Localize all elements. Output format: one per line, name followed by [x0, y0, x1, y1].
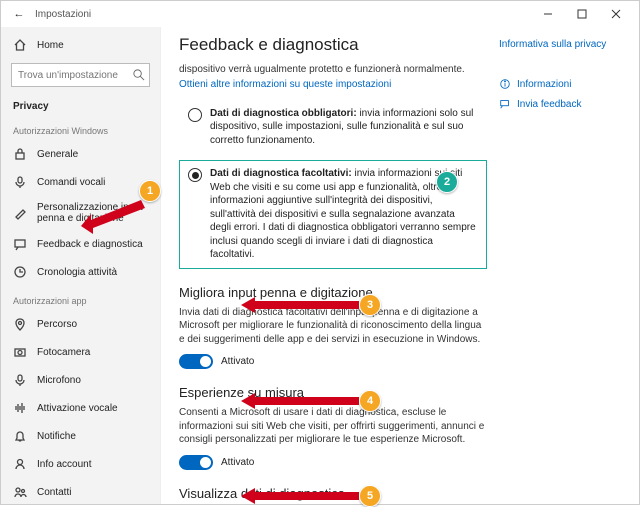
- page-title: Feedback e diagnostica: [179, 35, 487, 55]
- sidebar-item-home[interactable]: Home: [1, 31, 160, 59]
- right-panel: Informativa sulla privacy Informazioni I…: [499, 31, 619, 504]
- sidebar-item-microfono[interactable]: Microfono: [1, 366, 160, 394]
- sidebar-item-label: Fotocamera: [37, 347, 90, 358]
- section-desc: Consenti a Microsoft di usare i dati di …: [179, 406, 487, 447]
- bell-icon: [13, 429, 27, 443]
- microphone-icon: [13, 373, 27, 387]
- sidebar-item-penna[interactable]: Personalizzazione input penna e digitazi…: [1, 196, 160, 230]
- intro-link[interactable]: Ottieni altre informazioni su queste imp…: [179, 79, 487, 90]
- contacts-icon: [13, 485, 27, 499]
- search-icon: [132, 68, 145, 84]
- lock-icon: [13, 147, 27, 161]
- annotation-badge-3: 3: [359, 294, 381, 316]
- sidebar-item-label: Feedback e diagnostica: [37, 239, 143, 250]
- sidebar-search[interactable]: [11, 63, 150, 87]
- sidebar-item-label: Contatti: [37, 487, 71, 498]
- toggle-tailored[interactable]: [179, 455, 213, 470]
- sidebar-item-label: Percorso: [37, 319, 77, 330]
- toggle-state: Attivato: [221, 457, 254, 468]
- pen-icon: [13, 206, 27, 220]
- maximize-button[interactable]: [565, 3, 599, 25]
- back-button[interactable]: ←: [7, 8, 31, 20]
- radio-icon: [188, 168, 202, 182]
- sidebar-item-percorso[interactable]: Percorso: [1, 310, 160, 338]
- section-title-view-data: Visualizza dati di diagnostica: [179, 486, 487, 501]
- sidebar-item-info-account[interactable]: Info account: [1, 450, 160, 478]
- sidebar: Home Privacy Autorizzazioni Windows Gene…: [1, 27, 161, 504]
- annotation-badge-1: 1: [139, 180, 161, 202]
- radio-label: Dati di diagnostica obbligatori: invia i…: [210, 107, 478, 148]
- feedback-icon: [13, 237, 27, 251]
- sidebar-item-label: Notifiche: [37, 431, 76, 442]
- radio-icon: [188, 108, 202, 122]
- info-link[interactable]: Informazioni: [499, 78, 619, 90]
- annotation-badge-5: 5: [359, 485, 381, 507]
- location-icon: [13, 317, 27, 331]
- sidebar-item-feedback[interactable]: Feedback e diagnostica: [1, 230, 160, 258]
- toggle-ink[interactable]: [179, 354, 213, 369]
- link-label: Informazioni: [517, 79, 571, 90]
- sidebar-item-comandi-vocali[interactable]: Comandi vocali: [1, 168, 160, 196]
- sidebar-group-windows: Autorizzazioni Windows: [1, 116, 160, 140]
- voice-icon: [13, 401, 27, 415]
- sidebar-item-contatti[interactable]: Contatti: [1, 478, 160, 504]
- send-feedback-link[interactable]: Invia feedback: [499, 98, 619, 110]
- search-input[interactable]: [11, 63, 150, 87]
- sidebar-item-label: Attivazione vocale: [37, 403, 118, 414]
- sidebar-group-app: Autorizzazioni app: [1, 286, 160, 310]
- sidebar-item-fotocamera[interactable]: Fotocamera: [1, 338, 160, 366]
- intro-text: dispositivo verrà ugualmente protetto e …: [179, 63, 487, 77]
- sidebar-item-label: Generale: [37, 149, 78, 160]
- sidebar-item-label: Cronologia attività: [37, 267, 117, 278]
- sidebar-item-label: Microfono: [37, 375, 81, 386]
- close-button[interactable]: [599, 3, 633, 25]
- minimize-button[interactable]: [531, 3, 565, 25]
- sidebar-item-cronologia[interactable]: Cronologia attività: [1, 258, 160, 286]
- sidebar-current-section: Privacy: [1, 93, 160, 116]
- annotation-badge-4: 4: [359, 390, 381, 412]
- section-title-tailored: Esperienze su misura: [179, 385, 487, 400]
- sidebar-item-label: Home: [37, 40, 64, 51]
- section-title-ink: Migliora input penna e digitazione: [179, 285, 487, 300]
- radio-required-data[interactable]: Dati di diagnostica obbligatori: invia i…: [179, 100, 487, 155]
- sidebar-item-label: Info account: [37, 459, 91, 470]
- history-icon: [13, 265, 27, 279]
- link-label: Invia feedback: [517, 99, 582, 110]
- privacy-policy-link[interactable]: Informativa sulla privacy: [499, 39, 619, 50]
- account-icon: [13, 457, 27, 471]
- window-title: Impostazioni: [31, 9, 531, 20]
- sidebar-item-attivazione-vocale[interactable]: Attivazione vocale: [1, 394, 160, 422]
- annotation-badge-2: 2: [436, 171, 458, 193]
- toggle-state: Attivato: [221, 356, 254, 367]
- sidebar-item-label: Comandi vocali: [37, 177, 105, 188]
- main-content: Feedback e diagnostica dispositivo verrà…: [179, 31, 499, 504]
- sidebar-item-label: Personalizzazione input penna e digitazi…: [37, 202, 148, 224]
- sidebar-item-generale[interactable]: Generale: [1, 140, 160, 168]
- section-desc: Invia dati di diagnostica facoltativi de…: [179, 306, 487, 347]
- mic-icon: [13, 175, 27, 189]
- home-icon: [13, 38, 27, 52]
- sidebar-item-notifiche[interactable]: Notifiche: [1, 422, 160, 450]
- camera-icon: [13, 345, 27, 359]
